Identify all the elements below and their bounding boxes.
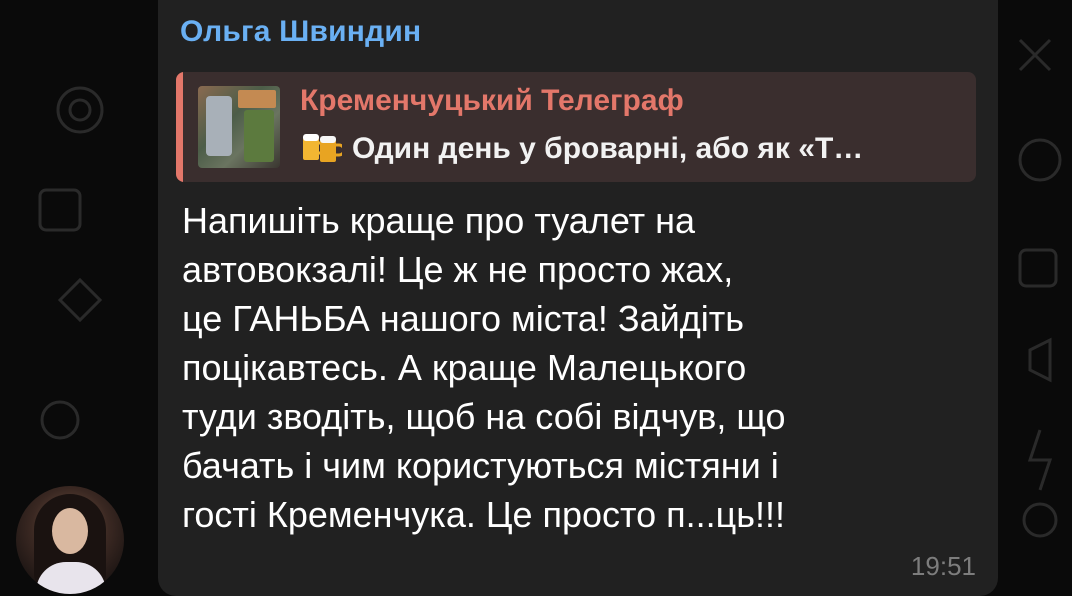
reply-thumbnail	[198, 86, 280, 168]
reply-preview[interactable]: Кременчуцький Телеграф Один день у брова…	[176, 72, 976, 182]
message-time: 19:51	[910, 551, 976, 581]
reply-text: Один день у броварні, або як «Т…	[352, 132, 864, 165]
avatar-face	[52, 508, 88, 554]
beer-mugs-icon	[303, 134, 342, 162]
reply-title: Кременчуцький Телеграф	[300, 84, 684, 117]
message-bubble[interactable]: Ольга Швиндин Кременчуцький Телеграф Оди…	[158, 0, 998, 596]
reply-text-row: Один день у броварні, або як «Т…	[300, 130, 960, 166]
sender-avatar[interactable]	[16, 486, 124, 594]
message-text: Напишіть краще про туалет на автовокзалі…	[182, 200, 786, 535]
reply-accent-bar	[176, 72, 183, 182]
sender-name[interactable]: Ольга Швиндин	[180, 15, 421, 49]
